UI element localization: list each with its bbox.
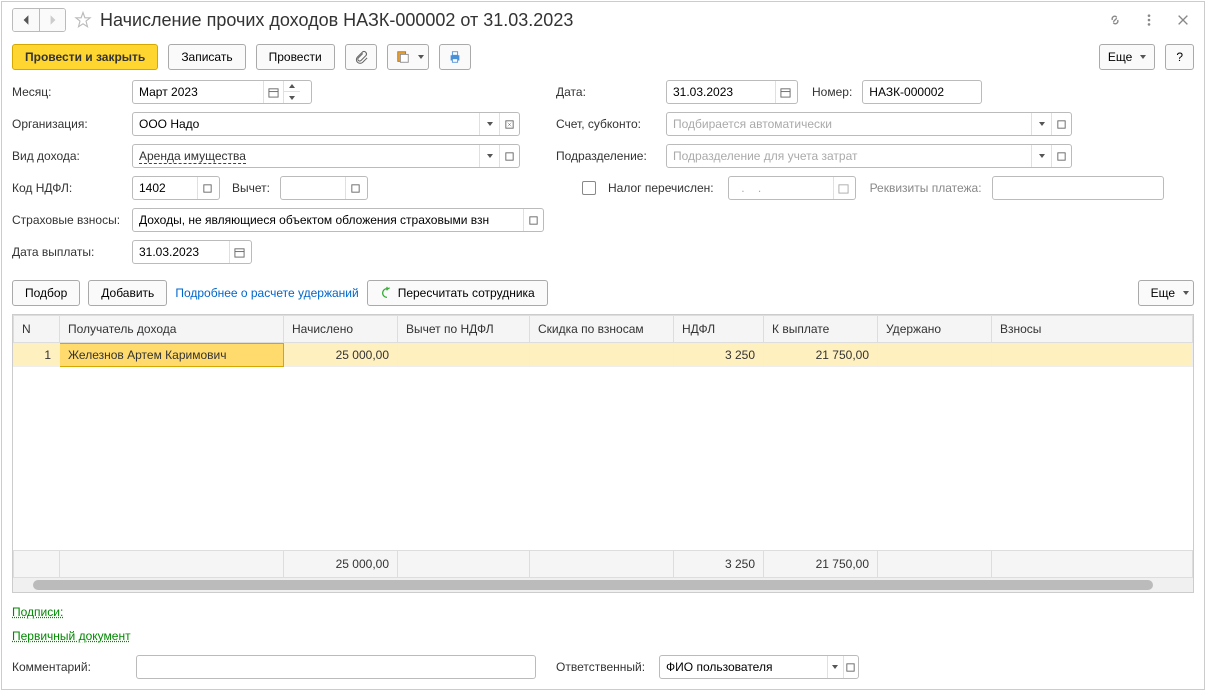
primary-doc-link[interactable]: Первичный документ <box>12 629 1194 643</box>
horizontal-scrollbar[interactable] <box>13 578 1193 592</box>
month-input[interactable] <box>133 81 263 103</box>
ndfl-code-input[interactable] <box>133 177 197 199</box>
dept-input[interactable] <box>667 145 1031 167</box>
more-button[interactable]: Еще <box>1099 44 1155 70</box>
post-button[interactable]: Провести <box>256 44 335 70</box>
month-down[interactable] <box>284 92 300 103</box>
open-icon[interactable] <box>499 113 519 135</box>
post-and-close-button[interactable]: Провести и закрыть <box>12 44 158 70</box>
titlebar: Начисление прочих доходов НАЗК-000002 от… <box>2 2 1204 38</box>
col-n[interactable]: N <box>14 316 60 343</box>
account-input[interactable] <box>667 113 1031 135</box>
col-ndfl[interactable]: НДФЛ <box>674 316 764 343</box>
attach-button[interactable] <box>345 44 377 70</box>
calendar-icon[interactable] <box>229 241 249 263</box>
date-input[interactable] <box>667 81 775 103</box>
comment-input[interactable] <box>137 656 535 678</box>
col-ndfl-deduction[interactable]: Вычет по НДФЛ <box>398 316 530 343</box>
org-label: Организация: <box>12 117 126 131</box>
tax-date-input[interactable] <box>729 177 833 199</box>
totals-row: 25 000,00 3 250 21 750,00 <box>14 551 1193 578</box>
number-input[interactable] <box>863 81 979 103</box>
dropdown-icon[interactable] <box>479 113 499 135</box>
open-icon[interactable] <box>1051 113 1071 135</box>
payment-details-input[interactable] <box>993 177 1163 199</box>
org-input[interactable] <box>133 113 479 135</box>
tax-paid-label: Налог перечислен: <box>608 181 714 195</box>
back-button[interactable] <box>13 9 39 31</box>
help-button[interactable]: ? <box>1165 44 1194 70</box>
details-link[interactable]: Подробнее о расчете удержаний <box>175 286 358 300</box>
close-icon[interactable] <box>1172 9 1194 31</box>
payout-date-input[interactable] <box>133 241 229 263</box>
responsible-label: Ответственный: <box>556 660 645 674</box>
responsible-input[interactable] <box>660 656 827 678</box>
open-icon[interactable] <box>1051 145 1071 167</box>
dropdown-icon[interactable] <box>1031 145 1051 167</box>
col-contrib-discount[interactable]: Скидка по взносам <box>530 316 674 343</box>
comment-label: Комментарий: <box>12 660 126 674</box>
col-contributions[interactable]: Взносы <box>992 316 1193 343</box>
month-label: Месяц: <box>12 85 126 99</box>
date-label: Дата: <box>556 85 656 99</box>
link-icon[interactable] <box>1104 9 1126 31</box>
col-accrued[interactable]: Начислено <box>284 316 398 343</box>
toolbar: Провести и закрыть Записать Провести Еще… <box>2 38 1204 76</box>
dept-label: Подразделение: <box>556 149 656 163</box>
col-withheld[interactable]: Удержано <box>878 316 992 343</box>
recalc-button[interactable]: Пересчитать сотрудника <box>367 280 548 306</box>
income-table: N Получатель дохода Начислено Вычет по Н… <box>12 314 1194 593</box>
open-icon[interactable] <box>523 209 543 231</box>
col-to-pay[interactable]: К выплате <box>764 316 878 343</box>
deduction-label: Вычет: <box>232 181 270 195</box>
table-row[interactable]: 1 Железнов Артем Каримович 25 000,00 3 2… <box>14 344 1193 367</box>
favorite-icon[interactable] <box>74 11 92 29</box>
calendar-icon[interactable] <box>263 81 283 103</box>
account-label: Счет, субконто: <box>556 117 656 131</box>
insurance-label: Страховые взносы: <box>12 213 126 227</box>
income-type-label: Вид дохода: <box>12 149 126 163</box>
month-up[interactable] <box>284 81 300 92</box>
save-button[interactable]: Записать <box>168 44 245 70</box>
dropdown-icon[interactable] <box>479 145 499 167</box>
menu-icon[interactable] <box>1138 9 1160 31</box>
select-button[interactable]: Подбор <box>12 280 80 306</box>
register-button[interactable] <box>387 44 429 70</box>
signatures-link[interactable]: Подписи: <box>12 605 1194 619</box>
add-button[interactable]: Добавить <box>88 280 167 306</box>
open-icon[interactable] <box>499 145 519 167</box>
open-icon[interactable] <box>345 177 365 199</box>
calendar-icon[interactable] <box>775 81 795 103</box>
open-icon[interactable] <box>843 656 859 678</box>
col-recipient[interactable]: Получатель дохода <box>60 316 284 343</box>
tax-paid-checkbox[interactable] <box>582 181 596 195</box>
dropdown-icon[interactable] <box>1031 113 1051 135</box>
forward-button[interactable] <box>39 9 65 31</box>
income-type-input[interactable]: Аренда имущества <box>139 149 246 164</box>
open-icon[interactable] <box>197 177 217 199</box>
deduction-input[interactable] <box>281 177 345 199</box>
page-title: Начисление прочих доходов НАЗК-000002 от… <box>100 10 1096 31</box>
table-more-button[interactable]: Еще <box>1138 280 1194 306</box>
payout-date-label: Дата выплаты: <box>12 245 126 259</box>
dropdown-icon[interactable] <box>827 656 843 678</box>
payment-details-label: Реквизиты платежа: <box>870 181 982 195</box>
insurance-input[interactable] <box>133 209 523 231</box>
number-label: Номер: <box>812 85 852 99</box>
ndfl-code-label: Код НДФЛ: <box>12 181 126 195</box>
calendar-icon[interactable] <box>833 177 853 199</box>
print-button[interactable] <box>439 44 471 70</box>
